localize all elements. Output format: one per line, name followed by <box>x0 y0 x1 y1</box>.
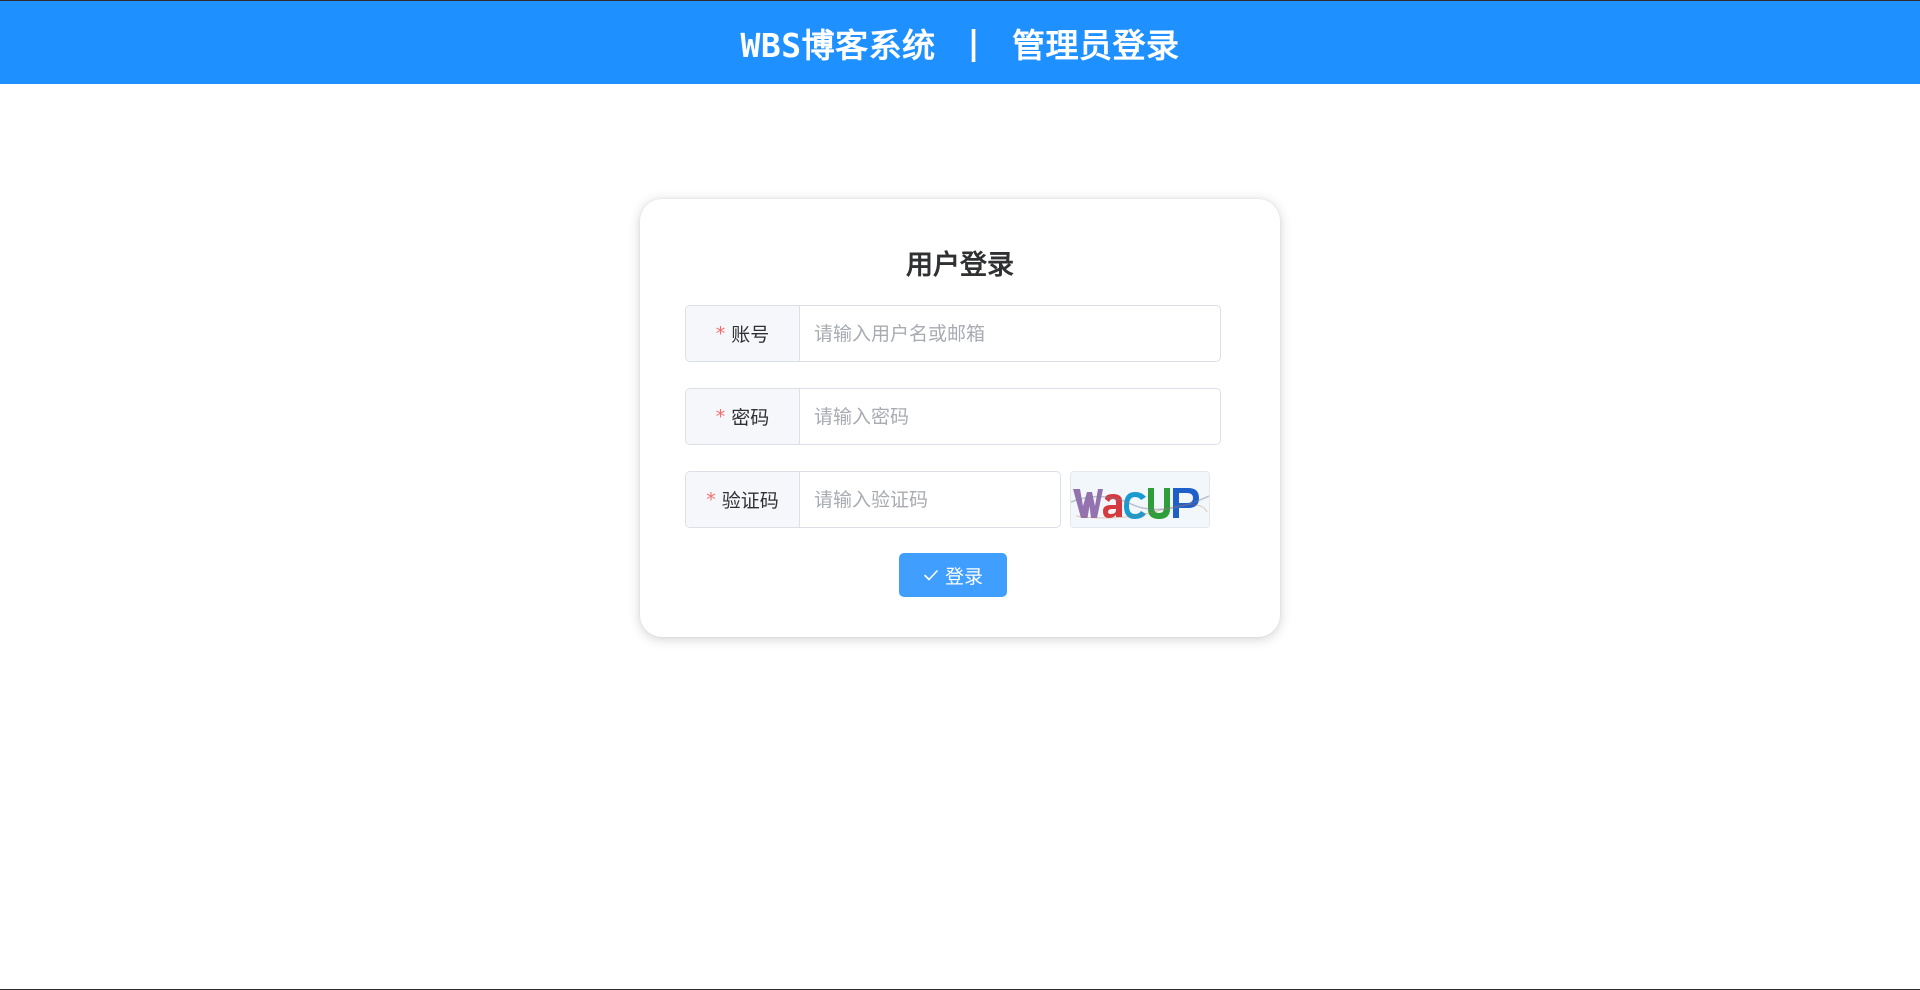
password-field: * 密码 <box>685 388 1221 445</box>
required-mark: * <box>706 488 716 511</box>
account-label: 账号 <box>731 324 770 346</box>
captcha-graphic <box>1071 472 1209 527</box>
login-card: 用户登录 * 账号 * 密码 * 验证码 <box>640 199 1280 637</box>
header-separator: | <box>963 23 984 62</box>
captcha-input[interactable] <box>800 472 1071 527</box>
required-mark: * <box>715 405 726 428</box>
captcha-field: * 验证码 <box>685 471 1071 528</box>
captcha-label-box: * 验证码 <box>686 472 800 527</box>
login-button[interactable]: 登录 <box>899 553 1007 597</box>
captcha-image[interactable] <box>1070 471 1210 528</box>
captcha-label: 验证码 <box>721 490 779 512</box>
password-label: 密码 <box>731 407 770 429</box>
top-header: WBS博客系统 | 管理员登录 <box>0 1 1920 84</box>
account-label-box: * 账号 <box>686 306 800 361</box>
check-icon <box>924 570 938 581</box>
required-mark: * <box>715 322 726 345</box>
password-input[interactable] <box>800 389 1220 444</box>
system-name: WBS博客系统 <box>740 25 936 65</box>
login-button-label: 登录 <box>944 565 983 588</box>
page-name: 管理员登录 <box>1011 25 1180 65</box>
account-field: * 账号 <box>685 305 1221 362</box>
page-frame: WBS博客系统 | 管理员登录 用户登录 * 账号 * 密码 * 验证码 <box>0 0 1920 990</box>
login-card-title: 用户登录 <box>906 250 1014 281</box>
account-input[interactable] <box>800 306 1220 361</box>
password-label-box: * 密码 <box>686 389 800 444</box>
